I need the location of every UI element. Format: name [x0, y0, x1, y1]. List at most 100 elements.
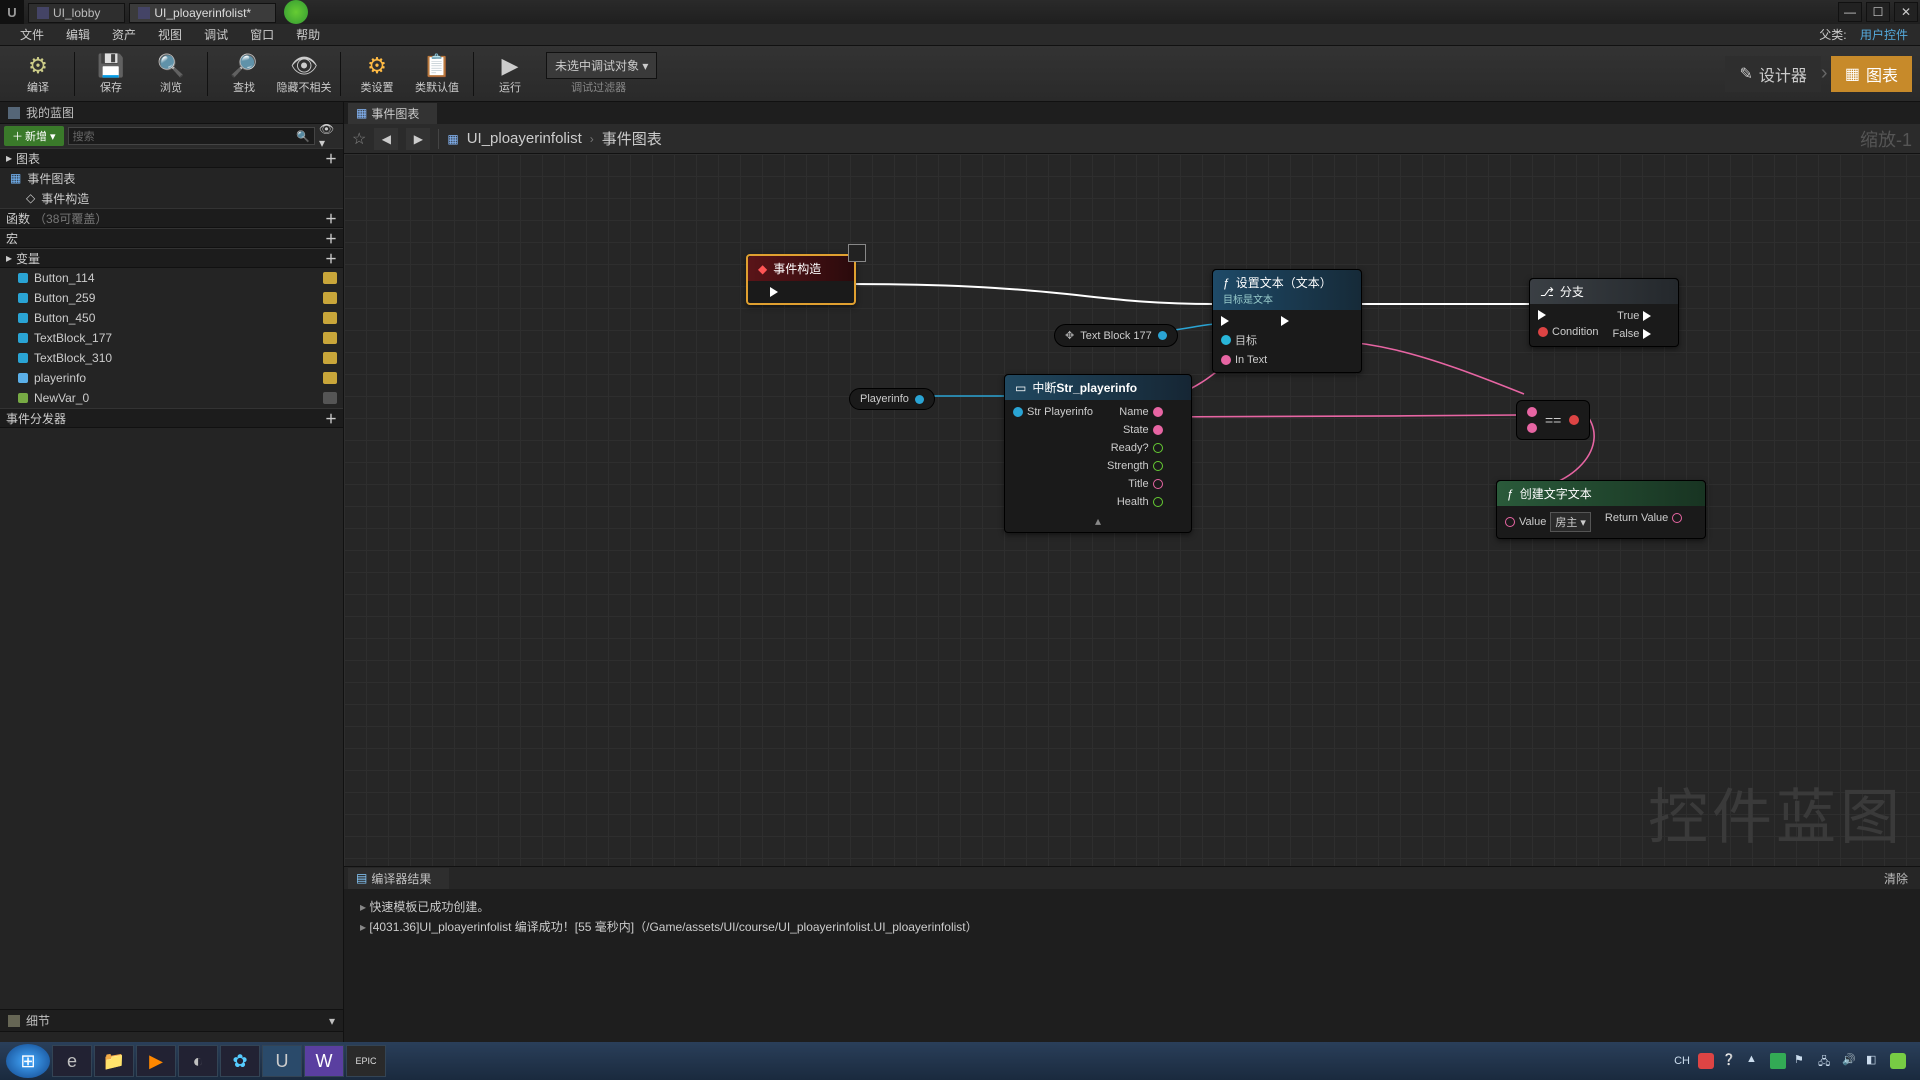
state-out-pin[interactable]: State [1123, 424, 1163, 436]
title-out-pin[interactable]: Title [1128, 478, 1162, 490]
graph-item-eventgraph[interactable]: ▦事件图表 [0, 168, 343, 188]
node-expand-icon[interactable] [848, 244, 866, 262]
tray-icon[interactable]: ⚑ [1794, 1053, 1810, 1069]
menu-view[interactable]: 视图 [148, 24, 192, 45]
value-in-pin[interactable]: Value 房主 ▾ [1505, 512, 1591, 532]
taskbar-ue4[interactable]: U [262, 1045, 302, 1077]
visibility-toggle[interactable] [323, 292, 337, 304]
maximize-button[interactable]: ☐ [1866, 2, 1890, 22]
tray-volume-icon[interactable]: 🔊 [1842, 1053, 1858, 1069]
false-exec-pin[interactable]: False [1612, 328, 1656, 340]
taskbar-chrome[interactable]: ◐ [178, 1045, 218, 1077]
hide-unrelated-button[interactable]: 👁隐藏不相关 [274, 49, 334, 99]
clear-results-button[interactable]: 清除 [1872, 868, 1920, 889]
add-macro-button[interactable]: ＋ [325, 230, 337, 247]
tray-network-icon[interactable]: 🖧 [1818, 1053, 1834, 1069]
tray-icon[interactable]: ❔ [1722, 1053, 1738, 1069]
editor-tab-playerinfolist[interactable]: UI_ploayerinfolist* [129, 3, 276, 23]
dispatchers-section-header[interactable]: 事件分发器＋ [0, 408, 343, 428]
struct-out-pin[interactable] [915, 395, 924, 404]
graph-mode-button[interactable]: ▦图表 [1831, 56, 1912, 92]
variables-section-header[interactable]: ▸变量＋ [0, 248, 343, 268]
var-button259[interactable]: Button_259 [0, 288, 343, 308]
target-pin[interactable]: 目标 [1221, 332, 1267, 348]
details-tab[interactable]: 细节▾ [0, 1010, 343, 1032]
var-textblock177[interactable]: TextBlock_177 [0, 328, 343, 348]
ime-indicator[interactable]: CH [1674, 1055, 1690, 1067]
name-out-pin[interactable]: Name [1119, 406, 1162, 418]
functions-section-header[interactable]: 函数（38可覆盖）＋ [0, 208, 343, 228]
graphs-section-header[interactable]: ▸图表＋ [0, 148, 343, 168]
return-value-pin[interactable]: Return Value [1605, 512, 1682, 524]
source-control-icon[interactable] [284, 0, 308, 24]
nav-back-button[interactable]: ◀ [374, 128, 398, 150]
taskbar-epic[interactable]: EPIC [346, 1045, 386, 1077]
visibility-toggle[interactable] [323, 312, 337, 324]
add-graph-button[interactable]: ＋ [325, 150, 337, 167]
var-button450[interactable]: Button_450 [0, 308, 343, 328]
true-exec-pin[interactable]: True [1617, 310, 1656, 322]
editor-tab-lobby[interactable]: UI_lobby [28, 3, 125, 23]
taskbar-ie[interactable]: e [52, 1045, 92, 1077]
a-in-pin[interactable] [1527, 407, 1537, 417]
class-settings-button[interactable]: ⚙类设置 [347, 49, 407, 99]
breadcrumb-graph[interactable]: 事件图表 [602, 128, 662, 149]
node-make-literal-text[interactable]: ƒ创建文字文本 Value 房主 ▾ Return Value [1496, 480, 1706, 539]
browse-button[interactable]: 🔍浏览 [141, 49, 201, 99]
add-variable-button[interactable]: ＋ [325, 250, 337, 267]
tray-icon[interactable] [1770, 1053, 1786, 1069]
strength-out-pin[interactable]: Strength [1107, 460, 1163, 472]
menu-file[interactable]: 文件 [10, 24, 54, 45]
tray-icon[interactable]: ▲ [1746, 1053, 1762, 1069]
node-get-textblock177[interactable]: ✥Text Block 177 [1054, 324, 1178, 347]
find-button[interactable]: 🔎查找 [214, 49, 274, 99]
node-event-construct[interactable]: ◆事件构造 [746, 254, 856, 305]
var-textblock310[interactable]: TextBlock_310 [0, 348, 343, 368]
menu-asset[interactable]: 资产 [102, 24, 146, 45]
play-button[interactable]: ▶运行 [480, 49, 540, 99]
visibility-toggle[interactable] [323, 332, 337, 344]
view-options-button[interactable]: 👁▾ [319, 127, 339, 145]
menu-edit[interactable]: 编辑 [56, 24, 100, 45]
tray-shield-icon[interactable] [1890, 1053, 1906, 1069]
favorite-icon[interactable]: ☆ [352, 129, 366, 149]
taskbar-explorer[interactable]: 📁 [94, 1045, 134, 1077]
b-in-pin[interactable] [1527, 423, 1537, 433]
parent-class-link[interactable]: 用户控件 [1860, 28, 1908, 42]
add-dispatcher-button[interactable]: ＋ [325, 410, 337, 427]
search-input[interactable]: 搜索🔍 [68, 127, 315, 145]
close-button[interactable]: ✕ [1894, 2, 1918, 22]
add-new-button[interactable]: ＋新增 ▾ [4, 126, 64, 146]
graph-item-construct[interactable]: ◇事件构造 [0, 188, 343, 208]
class-defaults-button[interactable]: 📋类默认值 [407, 49, 467, 99]
compile-button[interactable]: ⚙︎编译 [8, 49, 68, 99]
literal-text-input[interactable]: 房主 ▾ [1550, 512, 1591, 532]
tray-icon[interactable]: ◧ [1866, 1053, 1882, 1069]
debug-object-dropdown[interactable]: 未选中调试对象 ▾ [546, 52, 657, 79]
graph-tab-eventgraph[interactable]: ▦事件图表 [348, 103, 437, 124]
start-button[interactable]: ⊞ [6, 1044, 50, 1078]
node-set-text[interactable]: ƒ设置文本（文本） 目标是文本 目标 In Text [1212, 269, 1362, 373]
node-get-playerinfo[interactable]: Playerinfo [849, 388, 935, 410]
var-newvar0[interactable]: NewVar_0 [0, 388, 343, 408]
breadcrumb-bp[interactable]: UI_ploayerinfolist [467, 130, 582, 147]
node-break-struct[interactable]: ▭中断Str_playerinfo Str Playerinfo Name St… [1004, 374, 1192, 533]
taskbar-media[interactable]: ▶ [136, 1045, 176, 1077]
exec-in-pin[interactable] [1221, 316, 1267, 326]
minimize-button[interactable]: — [1838, 2, 1862, 22]
var-button114[interactable]: Button_114 [0, 268, 343, 288]
visibility-toggle[interactable] [323, 392, 337, 404]
taskbar-app2[interactable]: W [304, 1045, 344, 1077]
my-blueprint-tab[interactable]: 我的蓝图 [0, 102, 343, 124]
menu-window[interactable]: 窗口 [240, 24, 284, 45]
add-function-button[interactable]: ＋ [325, 210, 337, 227]
intext-pin[interactable]: In Text [1221, 354, 1267, 366]
menu-help[interactable]: 帮助 [286, 24, 330, 45]
bool-out-pin[interactable] [1569, 415, 1579, 425]
condition-pin[interactable]: Condition [1538, 326, 1598, 338]
tray-icon[interactable] [1698, 1053, 1714, 1069]
expand-struct-button[interactable]: ▴ [1005, 514, 1191, 532]
exec-in-pin[interactable] [1538, 310, 1598, 320]
visibility-toggle[interactable] [323, 272, 337, 284]
visibility-toggle[interactable] [323, 372, 337, 384]
